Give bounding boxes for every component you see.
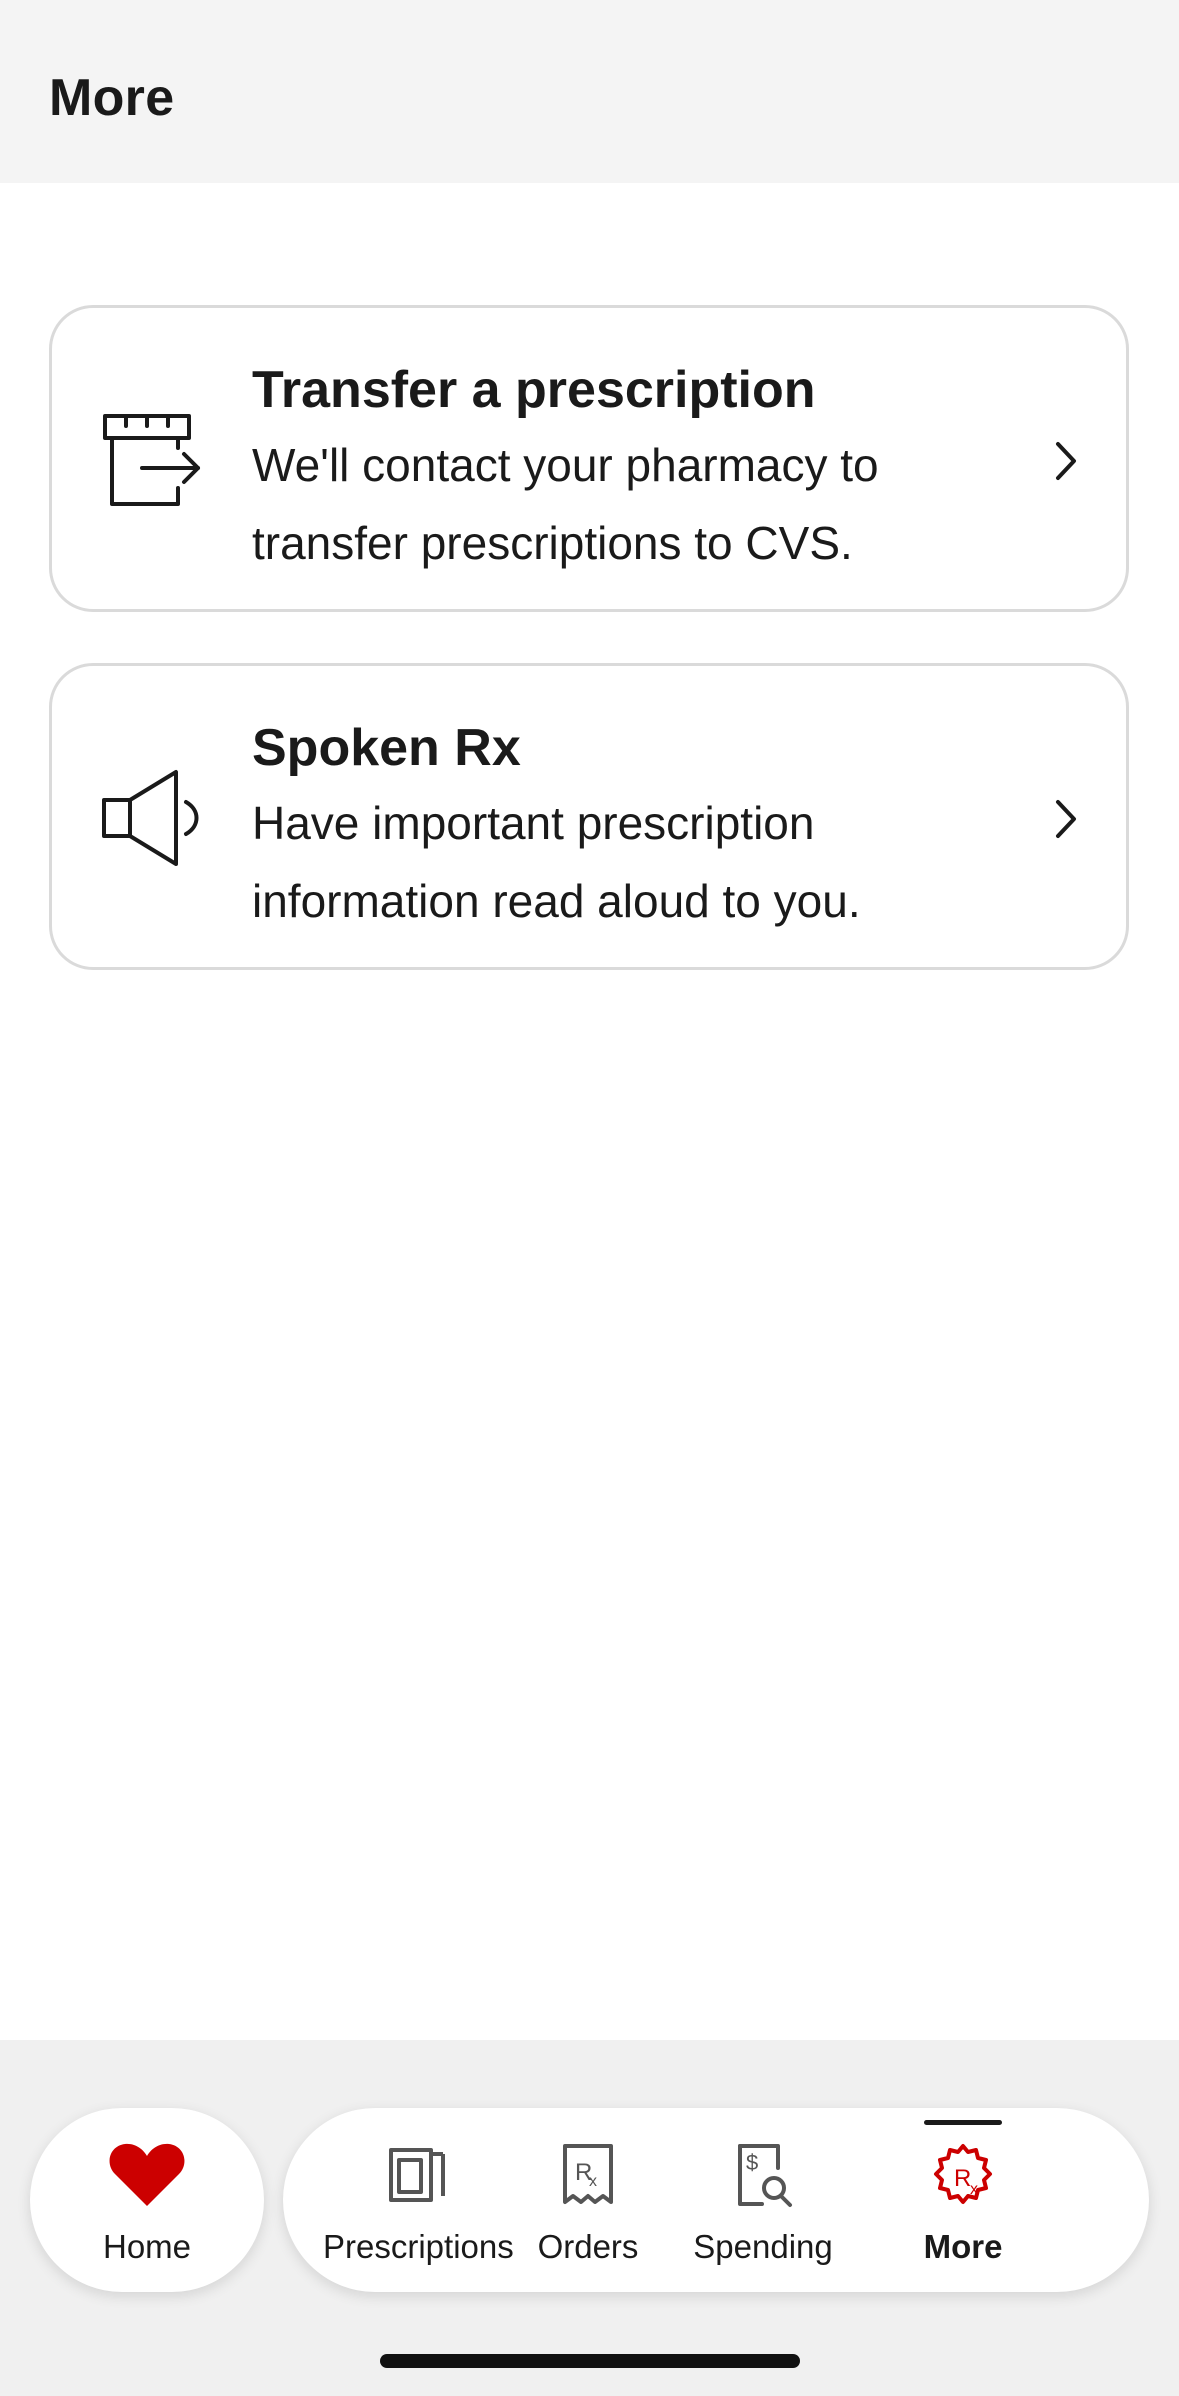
page-title: More	[49, 69, 175, 127]
card-title: Transfer a prescription	[252, 361, 816, 419]
orders-icon: R x	[563, 2144, 613, 2204]
tab-group: Prescriptions R x Orders $ Spending R x …	[283, 2108, 1149, 2292]
transfer-prescription-card[interactable]: Transfer a prescription We'll contact yo…	[49, 305, 1129, 612]
svg-text:x: x	[970, 2181, 978, 2198]
more-gear-rx-icon: R x	[934, 2144, 992, 2204]
chevron-right-icon	[1056, 442, 1076, 480]
svg-text:x: x	[589, 2173, 597, 2190]
card-description: Have important prescription information …	[252, 797, 861, 927]
tab-label: More	[923, 2228, 1003, 2265]
transfer-icon	[103, 414, 200, 506]
tab-orders[interactable]: R x Orders	[513, 2108, 663, 2292]
speaker-icon	[102, 770, 199, 866]
tab-label: Prescriptions	[323, 2228, 514, 2265]
prescriptions-icon	[389, 2148, 445, 2202]
tab-spending[interactable]: $ Spending	[663, 2108, 863, 2292]
tab-label: Orders	[537, 2228, 639, 2265]
tab-label: Spending	[693, 2228, 833, 2265]
chevron-right-icon	[1056, 800, 1076, 838]
tab-prescriptions[interactable]: Prescriptions	[323, 2108, 514, 2292]
heart-icon	[109, 2143, 185, 2206]
svg-text:$: $	[746, 2150, 758, 2175]
tab-more[interactable]: R x More	[863, 2108, 1063, 2292]
card-title: Spoken Rx	[252, 719, 521, 777]
spoken-rx-card[interactable]: Spoken Rx Have important prescription in…	[49, 663, 1129, 970]
spending-icon: $	[738, 2144, 792, 2207]
tab-home[interactable]: Home	[30, 2108, 264, 2292]
home-indicator-bar	[380, 2354, 800, 2368]
svg-text:R: R	[954, 2165, 971, 2192]
active-tab-indicator	[924, 2120, 1002, 2125]
tab-label: Home	[102, 2228, 192, 2265]
card-description: We'll contact your pharmacy to transfer …	[252, 439, 879, 569]
page-header: More	[0, 0, 1179, 183]
